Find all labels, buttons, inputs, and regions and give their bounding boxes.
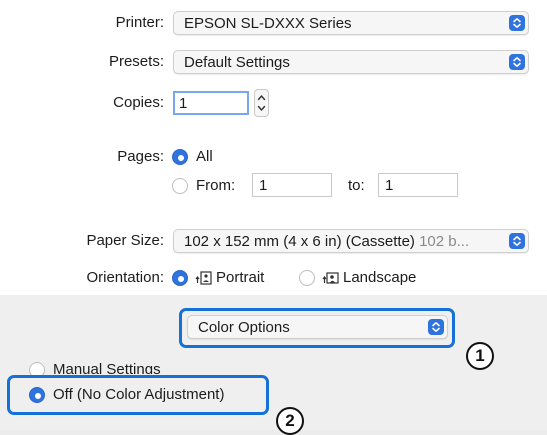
orientation-landscape-radio[interactable]: [299, 270, 315, 286]
printer-popup[interactable]: EPSON SL-DXXX Series: [173, 11, 529, 35]
callout-number-one: 1: [466, 342, 494, 370]
off-no-color-adjustment-radio[interactable]: [29, 387, 45, 403]
portrait-icon: [194, 270, 212, 290]
pages-label: Pages:: [117, 148, 164, 165]
paper-size-hint: 102 b...: [419, 233, 470, 250]
printer-value: EPSON SL-DXXX Series: [184, 15, 352, 32]
orientation-portrait-radio[interactable]: [172, 270, 188, 286]
popup-chevron-icon: [509, 54, 525, 70]
printer-label: Printer:: [115, 14, 164, 31]
orientation-portrait-label: Portrait: [216, 269, 265, 286]
presets-popup[interactable]: Default Settings: [173, 50, 529, 74]
color-options-value: Color Options: [198, 319, 290, 336]
popup-chevron-icon: [428, 319, 444, 335]
pages-to-field[interactable]: 1: [378, 173, 458, 197]
callout-number-two: 2: [276, 407, 304, 435]
pages-to-value: 1: [385, 177, 394, 194]
pages-from-label: From:: [196, 177, 236, 194]
copies-value: 1: [179, 95, 188, 112]
manual-settings-label: Manual Settings: [53, 361, 161, 374]
presets-label: Presets:: [108, 53, 164, 70]
copies-field[interactable]: 1: [173, 91, 249, 115]
paper-size-value: 102 x 152 mm (4 x 6 in) (Cassette) 102 b…: [184, 233, 469, 250]
color-options-popup[interactable]: Color Options: [187, 315, 448, 339]
orientation-label: Orientation:: [86, 269, 164, 286]
paper-size-label: Paper Size:: [86, 232, 164, 249]
copies-label: Copies:: [113, 94, 164, 111]
pages-from-value: 1: [259, 177, 268, 194]
stepper-arrows-icon: [257, 95, 266, 111]
pages-to-label: to:: [348, 177, 365, 194]
presets-value: Default Settings: [184, 54, 290, 71]
paper-size-main: 102 x 152 mm (4 x 6 in) (Cassette): [184, 233, 415, 250]
pages-from-field[interactable]: 1: [252, 173, 332, 197]
pages-from-radio[interactable]: [172, 178, 188, 194]
pages-all-label: All: [196, 148, 213, 165]
popup-chevron-icon: [509, 233, 525, 249]
popup-chevron-icon: [509, 15, 525, 31]
orientation-landscape-label: Landscape: [343, 269, 417, 286]
landscape-icon: [321, 270, 339, 290]
off-no-color-adjustment-label: Off (No Color Adjustment): [53, 386, 225, 403]
paper-size-popup[interactable]: 102 x 152 mm (4 x 6 in) (Cassette) 102 b…: [173, 229, 529, 253]
copies-stepper[interactable]: [254, 89, 269, 117]
pages-all-radio[interactable]: [172, 149, 188, 165]
